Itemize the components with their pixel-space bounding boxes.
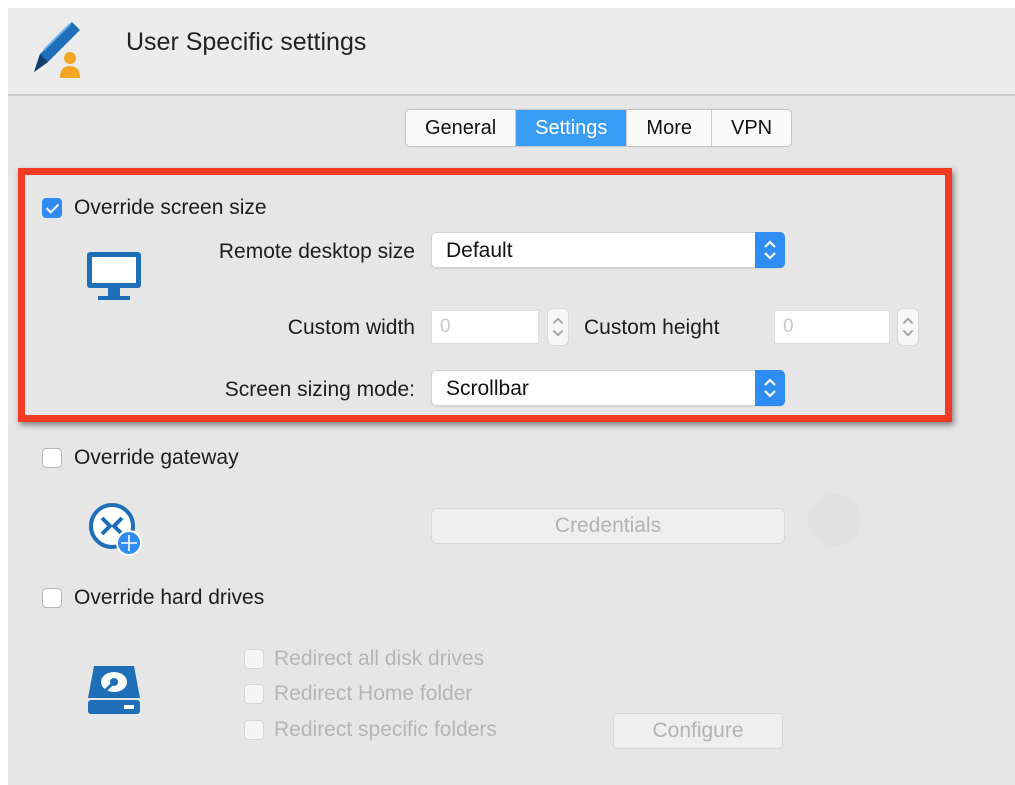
highlight-annotation-box	[18, 168, 952, 422]
hard-drive-icon	[88, 666, 140, 714]
window-title: User Specific settings	[126, 28, 367, 56]
redirect-specific-folders-label: Redirect specific folders	[274, 718, 497, 741]
redirect-home-folder-label: Redirect Home folder	[274, 682, 473, 705]
tab-general[interactable]: General	[406, 110, 517, 146]
tab-settings[interactable]: Settings	[516, 110, 628, 146]
tab-vpn[interactable]: VPN	[712, 110, 791, 146]
window-header: User Specific settings	[8, 8, 1015, 96]
settings-window: User Specific settings General Settings …	[8, 8, 1015, 785]
settings-tabs: General Settings More VPN	[405, 109, 793, 147]
redirect-specific-folders-checkbox[interactable]	[244, 720, 264, 740]
configure-button[interactable]: Configure	[613, 713, 783, 749]
tab-more[interactable]: More	[627, 110, 712, 146]
credentials-button[interactable]: Credentials	[431, 508, 785, 544]
gateway-status-indicator	[808, 494, 860, 546]
override-hard-drives-checkbox[interactable]	[42, 588, 62, 608]
override-gateway-label: Override gateway	[74, 446, 239, 469]
override-hard-drives-label: Override hard drives	[74, 586, 265, 609]
redirect-all-disk-drives-label: Redirect all disk drives	[274, 647, 485, 670]
gateway-globe-icon	[89, 503, 142, 556]
redirect-home-folder-checkbox[interactable]	[244, 684, 264, 704]
redirect-all-disk-drives-checkbox[interactable]	[244, 649, 264, 669]
pen-user-icon	[34, 22, 80, 78]
override-gateway-checkbox[interactable]	[42, 448, 62, 468]
